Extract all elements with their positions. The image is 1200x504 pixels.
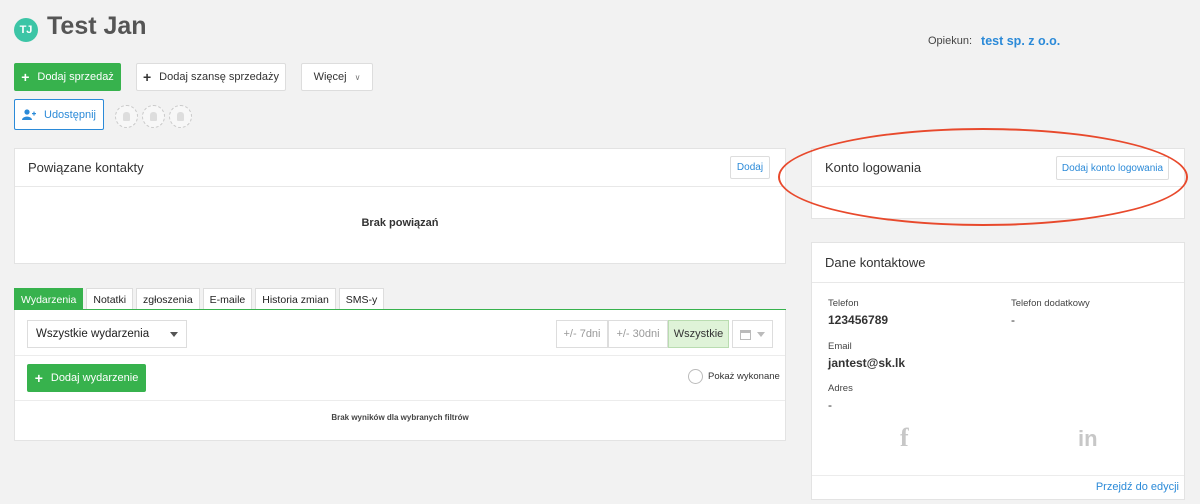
tab-notatki[interactable]: Notatki (86, 288, 134, 310)
add-related-contact-button[interactable]: Dodaj (730, 156, 770, 179)
add-opportunity-label: Dodaj szansę sprzedaży (159, 71, 280, 83)
plus-icon: + (21, 69, 30, 85)
tab-zgloszenia[interactable]: zgłoszenia (136, 288, 200, 310)
opiekun-link[interactable]: test sp. z o.o. (981, 34, 1060, 48)
events-filter-value: Wszystkie wydarzenia (36, 328, 150, 340)
caret-down-icon (170, 331, 178, 337)
linkedin-icon[interactable]: in (1078, 426, 1098, 452)
more-label: Więcej (313, 71, 347, 83)
share-slot-avatar[interactable] (142, 105, 165, 128)
email-value: jantest@sk.lk (828, 356, 906, 370)
share-label: Udostępnij (44, 108, 96, 121)
login-account-title: Konto logowania (825, 160, 922, 175)
plus-icon: + (142, 69, 152, 85)
avatar: TJ (14, 18, 38, 42)
show-done-toggle[interactable]: Pokaż wykonane (688, 369, 780, 384)
phone-value: 123456789 (828, 313, 889, 327)
add-event-button[interactable]: + Dodaj wydarzenie (27, 364, 146, 392)
contact-details-header: Dane kontaktowe (812, 243, 1184, 283)
calendar-dropdown[interactable] (732, 320, 773, 348)
login-account-header: Konto logowania Dodaj konto logowania (812, 149, 1184, 187)
facebook-icon[interactable]: f (900, 423, 909, 453)
address-label: Adres (828, 383, 853, 394)
plus-icon: + (34, 370, 43, 386)
opiekun-label: Opiekun: (928, 35, 973, 47)
add-sale-label: Dodaj sprzedaż (37, 71, 114, 83)
range-all-button[interactable]: Wszystkie (668, 320, 729, 348)
add-login-account-button[interactable]: Dodaj konto logowania (1056, 156, 1169, 180)
add-user-icon (22, 109, 36, 120)
contact-details-panel: Dane kontaktowe Telefon 123456789 Telefo… (811, 242, 1185, 500)
phone-field: Telefon 123456789 (828, 298, 888, 327)
page-title: Test Jan (47, 12, 147, 40)
add-opportunity-button[interactable]: + Dodaj szansę sprzedaży (136, 63, 286, 91)
chevron-down-icon: ∨ (354, 72, 361, 82)
add-event-label: Dodaj wydarzenie (50, 372, 139, 384)
more-dropdown[interactable]: Więcej ∨ (301, 63, 373, 91)
contact-details-title: Dane kontaktowe (825, 255, 926, 270)
caret-down-icon (757, 331, 765, 337)
address-field: Adres - (828, 383, 853, 412)
edit-contact-link[interactable]: Przejdź do edycji (1096, 481, 1179, 493)
add-sale-button[interactable]: + Dodaj sprzedaż (14, 63, 121, 91)
show-done-radio[interactable] (688, 369, 703, 384)
login-account-panel: Konto logowania Dodaj konto logowania (811, 148, 1185, 219)
related-contacts-header: Powiązane kontakty Dodaj (15, 149, 785, 187)
tab-historia-zmian[interactable]: Historia zmian (255, 288, 336, 310)
divider (15, 355, 785, 356)
show-done-label: Pokaż wykonane (708, 371, 780, 382)
divider (812, 475, 1184, 476)
phone2-label: Telefon dodatkowy (1011, 298, 1090, 309)
phone2-field: Telefon dodatkowy - (1011, 298, 1090, 327)
range-7-days-button[interactable]: +/- 7dni (556, 320, 608, 348)
phone2-value: - (1011, 313, 1015, 327)
avatar-initials: TJ (19, 24, 33, 36)
phone-label: Telefon (828, 298, 859, 309)
address-value: - (828, 398, 832, 412)
opiekun: Opiekun: test sp. z o.o. (928, 34, 1060, 48)
events-tabs: Wydarzenia Notatki zgłoszenia E-maile Hi… (14, 288, 385, 310)
divider (15, 400, 785, 401)
events-filter-select[interactable]: Wszystkie wydarzenia (27, 320, 187, 348)
range-30-days-button[interactable]: +/- 30dni (608, 320, 668, 348)
tab-sms[interactable]: SMS-y (338, 288, 385, 310)
share-slot-avatar[interactable] (169, 105, 192, 128)
email-label: Email (828, 341, 852, 352)
email-field: Email jantest@sk.lk (828, 341, 905, 370)
share-slot-avatar[interactable] (115, 105, 138, 128)
tab-e-maile[interactable]: E-maile (202, 288, 253, 310)
related-contacts-title: Powiązane kontakty (28, 160, 144, 175)
events-empty: Brak wyników dla wybranych filtrów (331, 413, 469, 422)
tab-wydarzenia[interactable]: Wydarzenia (14, 288, 84, 310)
calendar-icon (740, 329, 751, 340)
related-contacts-panel: Powiązane kontakty Dodaj Brak powiązań (14, 148, 786, 264)
related-contacts-empty: Brak powiązań (361, 217, 439, 229)
share-button[interactable]: Udostępnij (14, 99, 104, 130)
